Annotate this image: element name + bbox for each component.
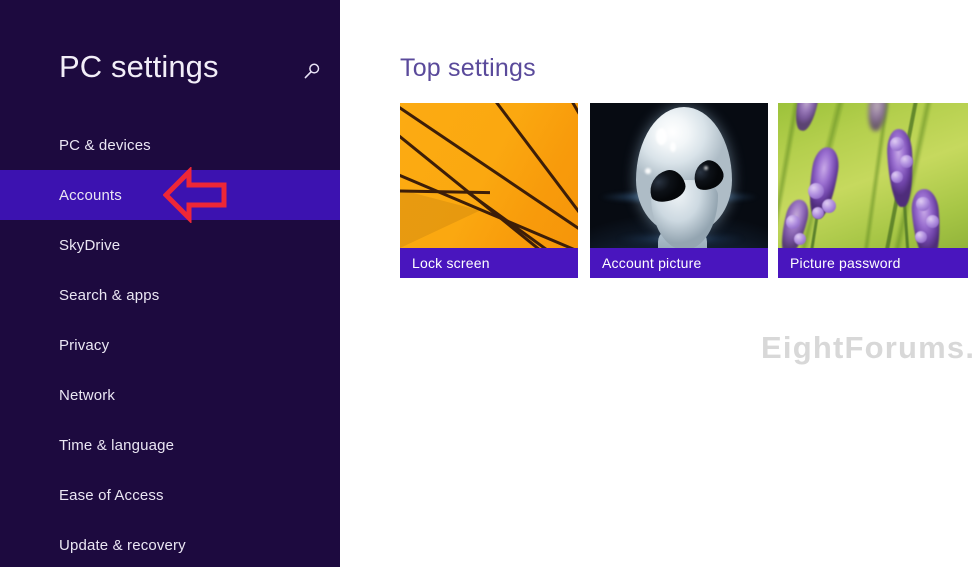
sidebar-item-skydrive[interactable]: SkyDrive [0, 220, 340, 270]
sidebar-item-update-and-recovery[interactable]: Update & recovery [0, 520, 340, 567]
sidebar-item-search-and-apps[interactable]: Search & apps [0, 270, 340, 320]
sidebar-item-label: PC & devices [59, 136, 151, 154]
settings-sidebar: PC settings PC & devices Accounts SkyDri… [0, 0, 340, 567]
sidebar-item-label: Time & language [59, 436, 175, 454]
search-icon[interactable] [298, 57, 326, 85]
tile-lock-screen[interactable]: Lock screen [400, 103, 578, 278]
section-heading: Top settings [400, 54, 536, 82]
sidebar-item-time-and-language[interactable]: Time & language [0, 420, 340, 470]
tile-account-picture[interactable]: Account picture [590, 103, 768, 278]
watermark-text: EightForums.com [761, 330, 972, 365]
sidebar-item-label: Privacy [59, 336, 110, 354]
sidebar-item-label: Update & recovery [59, 536, 186, 554]
tile-picture-password[interactable]: Picture password [778, 103, 968, 278]
sidebar-item-label: Network [59, 386, 116, 404]
sidebar-item-label: SkyDrive [59, 236, 121, 254]
sidebar-item-label: Search & apps [59, 286, 160, 304]
sidebar-header: PC settings [0, 46, 340, 98]
sidebar-item-privacy[interactable]: Privacy [0, 320, 340, 370]
sidebar-item-accounts[interactable]: Accounts [0, 170, 340, 220]
sidebar-item-ease-of-access[interactable]: Ease of Access [0, 470, 340, 520]
tile-caption: Picture password [778, 248, 968, 278]
sidebar-item-label: Ease of Access [59, 486, 164, 504]
tile-caption: Lock screen [400, 248, 578, 278]
sidebar-nav-list: Accounts SkyDrive Search & apps Privacy … [0, 170, 340, 567]
page-title: PC settings [59, 49, 219, 84]
sidebar-item-pc-and-devices[interactable]: PC & devices [0, 120, 340, 170]
sidebar-item-label: Accounts [59, 186, 122, 204]
top-settings-tiles: Lock screen Account picture Picture pass… [400, 103, 972, 278]
main-content-pane: Top settings Lock screen Account picture… [340, 0, 972, 567]
sidebar-item-network[interactable]: Network [0, 370, 340, 420]
tile-caption: Account picture [590, 248, 768, 278]
